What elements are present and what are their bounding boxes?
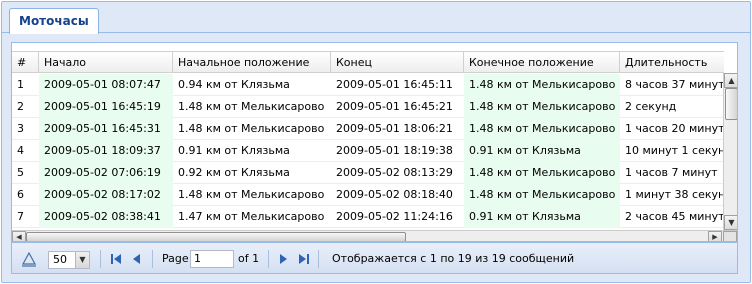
cell-index: 4 — [17, 144, 24, 157]
page-count-label: of 1 — [238, 252, 260, 265]
cell-duration: 2 часов 45 минут — [625, 210, 724, 223]
cell-start: 2009-05-02 08:38:41 — [39, 206, 173, 228]
table-row[interactable]: 1 2009-05-01 08:07:47 0.94 км от Клязьма 20… — [12, 74, 724, 96]
col-header-end-position[interactable]: Конечное положение — [464, 52, 620, 73]
col-header-start-position[interactable]: Начальное положение — [173, 52, 331, 73]
table-row[interactable]: 6 2009-05-02 08:17:02 1.48 км от Мелькисар… — [12, 184, 724, 206]
paging-toolbar: 50 ▼ Page 1 of 1 Отображается с 1 по 19 … — [11, 242, 738, 274]
col-header-index[interactable]: # — [12, 52, 39, 73]
col-header-start[interactable]: Начало — [39, 52, 173, 73]
toolbar-separator — [268, 250, 269, 268]
filter-icon[interactable] — [21, 251, 37, 267]
cell-duration: 10 минут 1 секунд — [625, 144, 724, 157]
table-row[interactable]: 5 2009-05-02 07:06:19 0.92 км от Клязьма 20… — [12, 162, 724, 184]
toolbar-separator — [152, 250, 153, 268]
cell-start: 2009-05-01 16:45:19 — [39, 96, 173, 118]
cell-start-position: 1.48 км от Мелькисарово — [178, 122, 325, 135]
cell-end: 2009-05-02 08:18:40 — [336, 188, 453, 201]
last-page-icon[interactable] — [297, 252, 311, 266]
cell-start-position: 0.94 км от Клязьма — [178, 78, 290, 91]
next-page-icon[interactable] — [276, 252, 290, 266]
cell-index: 6 — [17, 188, 24, 201]
cell-start-position: 1.48 км от Мелькисарово — [178, 188, 325, 201]
cell-start: 2009-05-01 08:07:47 — [39, 74, 173, 96]
page-number-input[interactable]: 1 — [190, 250, 234, 268]
page-size-value: 50 — [53, 253, 67, 266]
cell-start-position: 0.92 км от Клязьма — [178, 166, 290, 179]
paging-status: Отображается с 1 по 19 из 19 сообщений — [332, 252, 575, 265]
prev-page-icon[interactable] — [130, 252, 144, 266]
horizontal-scrollbar[interactable]: ◀ ▶ — [12, 230, 737, 241]
grid-panel: # Начало Начальное положение Конец Конеч… — [11, 42, 738, 242]
toolbar-separator — [100, 250, 101, 268]
cell-index: 7 — [17, 210, 24, 223]
scroll-left-icon[interactable]: ◀ — [12, 231, 26, 241]
cell-end-position: 1.48 км от Мелькисарово — [464, 118, 620, 140]
toolbar-separator — [318, 250, 319, 268]
cell-index: 2 — [17, 100, 24, 113]
scroll-right-icon[interactable]: ▶ — [708, 231, 722, 241]
cell-duration: 1 минут 38 секунд — [625, 188, 724, 201]
cell-end: 2009-05-01 16:45:21 — [336, 100, 453, 113]
cell-start-position: 0.91 км от Клязьма — [178, 144, 290, 157]
cell-end-position: 1.48 км от Мелькисарово — [464, 162, 620, 184]
cell-end: 2009-05-02 11:24:16 — [336, 210, 453, 223]
scroll-up-icon[interactable]: ▲ — [724, 73, 737, 88]
grid-body: 1 2009-05-01 08:07:47 0.94 км от Клязьма 20… — [12, 74, 724, 230]
cell-end-position: 1.48 км от Мелькисарово — [464, 74, 620, 96]
page-label: Page — [162, 252, 189, 265]
cell-start: 2009-05-02 07:06:19 — [39, 162, 173, 184]
cell-start: 2009-05-02 08:17:02 — [39, 184, 173, 206]
cell-start-position: 1.48 км от Мелькисарово — [178, 100, 325, 113]
table-row[interactable]: 7 2009-05-02 08:38:41 1.47 км от Мелькисар… — [12, 206, 724, 228]
cell-index: 1 — [17, 78, 24, 91]
cell-end-position: 1.48 км от Мелькисарово — [464, 184, 620, 206]
col-header-duration[interactable]: Длительность — [620, 52, 730, 73]
cell-duration: 8 часов 37 минут — [625, 78, 724, 91]
table-row[interactable]: 2 2009-05-01 16:45:19 1.48 км от Мелькисар… — [12, 96, 724, 118]
table-row[interactable]: 4 2009-05-01 18:09:37 0.91 км от Клязьма 20… — [12, 140, 724, 162]
cell-end: 2009-05-02 08:13:29 — [336, 166, 453, 179]
tab-motochasy[interactable]: Моточасы — [9, 8, 99, 34]
scroll-corner — [723, 231, 737, 241]
tab-strip: Моточасы — [2, 2, 750, 34]
table-row[interactable]: 3 2009-05-01 16:45:31 1.48 км от Мелькисар… — [12, 118, 724, 140]
cell-end-position: 0.91 км от Клязьма — [464, 206, 620, 228]
cell-duration: 1 часов 20 минут — [625, 122, 724, 135]
cell-start: 2009-05-01 18:09:37 — [39, 140, 173, 162]
cell-end-position: 1.48 км от Мелькисарово — [464, 96, 620, 118]
cell-end: 2009-05-01 18:19:38 — [336, 144, 453, 157]
vertical-scrollbar[interactable]: ▲ ▼ — [723, 73, 737, 230]
col-header-end[interactable]: Конец — [331, 52, 464, 73]
chevron-down-icon[interactable]: ▼ — [75, 252, 89, 268]
horizontal-scroll-thumb[interactable] — [26, 232, 406, 241]
first-page-icon[interactable] — [109, 252, 123, 266]
cell-end: 2009-05-01 16:45:11 — [336, 78, 453, 91]
vertical-scroll-thumb[interactable] — [725, 88, 737, 120]
scroll-down-icon[interactable]: ▼ — [724, 215, 737, 230]
cell-end: 2009-05-01 18:06:21 — [336, 122, 453, 135]
cell-start-position: 1.47 км от Мелькисарово — [178, 210, 325, 223]
cell-index: 5 — [17, 166, 24, 179]
cell-duration: 1 часов 7 минут — [625, 166, 718, 179]
grid-header: # Начало Начальное положение Конец Конеч… — [12, 51, 724, 73]
page-size-select[interactable]: 50 ▼ — [48, 251, 90, 269]
cell-start: 2009-05-01 16:45:31 — [39, 118, 173, 140]
cell-index: 3 — [17, 122, 24, 135]
cell-end-position: 0.91 км от Клязьма — [464, 140, 620, 162]
cell-duration: 2 секунд — [625, 100, 677, 113]
